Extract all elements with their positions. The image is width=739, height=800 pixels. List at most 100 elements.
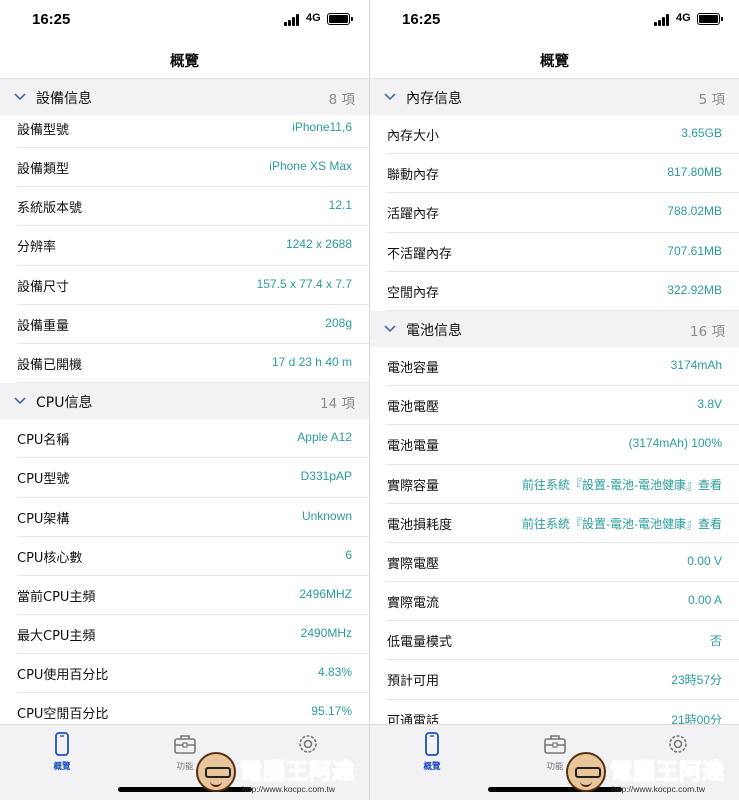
row-label: 內存大小 <box>387 129 440 144</box>
status-time: 16:25 <box>402 11 441 28</box>
info-row: 電池電壓 3.8V <box>387 386 739 426</box>
row-value: (3174mAh) 100% <box>628 436 722 451</box>
info-row: 設備已開機 17 d 23 h 40 m <box>17 344 369 384</box>
section-title: 電池信息 <box>406 322 462 339</box>
row-value: 否 <box>709 634 722 649</box>
row-label: 系統版本號 <box>17 201 83 217</box>
section-title: CPU信息 <box>36 395 93 412</box>
row-value: 3.8V <box>697 397 722 412</box>
watermark-url: http://www.kocpc.com.tw <box>242 784 336 794</box>
tab-overview[interactable]: 概覽 <box>27 731 97 781</box>
info-row: 分辨率 1242 x 2688 <box>17 226 369 266</box>
row-label: 設備型號 <box>17 123 70 138</box>
status-bar: 16:25 4G <box>370 0 739 40</box>
watermark-url: http://www.kocpc.com.tw <box>612 784 706 794</box>
info-row: CPU型號 D331pAP <box>17 458 369 498</box>
row-label: CPU使用百分比 <box>17 668 109 684</box>
row-value: 157.5 x 77.4 x 7.7 <box>256 276 352 291</box>
network-type: 4G <box>306 12 321 24</box>
mascot-logo <box>196 752 236 792</box>
section-count: 14 項 <box>320 396 355 413</box>
battery-icon <box>327 13 353 25</box>
screen-left: 16:25 4G 概覽 設備信息 8 項設備型號 iPhone11,6 設備類型 iPh… <box>0 0 369 800</box>
row-value: D331pAP <box>300 469 352 484</box>
overview-list[interactable]: 內存信息 5 項內存大小 3.65GB 聯動內存 817.80MB 活躍內存 788.02M… <box>370 79 739 724</box>
row-value: 208g <box>325 315 352 330</box>
row-label: 實際電流 <box>387 596 440 612</box>
info-row: 實際容量 前往系統『設置-電池-電池健康』查看 <box>387 465 739 504</box>
row-label: CPU型號 <box>17 472 70 488</box>
info-row: 電池電量 (3174mAh) 100% <box>387 425 739 465</box>
row-label: 設備類型 <box>17 162 70 177</box>
toolbox-icon <box>174 735 196 754</box>
row-label: 實際電壓 <box>387 556 440 572</box>
row-label: 活躍內存 <box>387 207 440 223</box>
watermark-brand: 電腦王阿達 <box>609 760 726 786</box>
info-row: 電池損耗度 前往系統『設置-電池-電池健康』查看 <box>387 504 739 543</box>
info-row: 實際電壓 0.00 V <box>387 543 739 583</box>
section-header[interactable]: CPU信息 14 項 <box>0 383 369 420</box>
row-value: 6 <box>345 547 352 562</box>
info-row: 設備尺寸 157.5 x 77.4 x 7.7 <box>17 266 369 305</box>
section-header[interactable]: 設備信息 8 項 <box>0 79 369 115</box>
tab-overview[interactable]: 概覽 <box>397 731 467 781</box>
info-row: 內存大小 3.65GB <box>387 115 739 155</box>
watermark: 電腦王阿達 http://www.kocpc.com.tw <box>196 748 366 800</box>
row-value: 0.00 V <box>687 553 722 568</box>
row-label: 可通電話 <box>387 713 440 724</box>
cellular-signal-icon <box>284 14 302 26</box>
row-value: 21時00分 <box>671 712 722 724</box>
info-row: CPU空閒百分比 95.17% <box>17 693 369 724</box>
chevron-down-icon <box>384 93 396 101</box>
info-row: 活躍內存 788.02MB <box>387 193 739 233</box>
chevron-down-icon <box>384 325 396 333</box>
toolbox-icon <box>544 735 566 754</box>
info-row: 空閒內存 322.92MB <box>387 272 739 311</box>
section-header[interactable]: 電池信息 16 項 <box>370 310 739 347</box>
info-row: 電池容量 3174mAh <box>387 347 739 387</box>
cellular-signal-icon <box>654 14 672 26</box>
row-value: 3174mAh <box>670 357 722 372</box>
info-row: 低電量模式 否 <box>387 621 739 661</box>
info-row: 預計可用 23時57分 <box>387 660 739 700</box>
watermark: 電腦王阿達 http://www.kocpc.com.tw <box>566 748 736 800</box>
row-label: CPU架構 <box>17 511 70 527</box>
row-value: Unknown <box>301 508 352 523</box>
overview-list[interactable]: 設備信息 8 項設備型號 iPhone11,6 設備類型 iPhone XS Max 系統… <box>0 79 369 724</box>
info-row: 不活躍內存 707.61MB <box>387 233 739 272</box>
page-title: 概覽 <box>170 54 199 70</box>
row-label: 電池電壓 <box>387 400 440 416</box>
row-value: 4.83% <box>317 665 352 680</box>
tab-label: 概覽 <box>423 762 441 772</box>
row-value: 2490MHz <box>300 626 352 641</box>
row-label: 不活躍內存 <box>387 246 453 262</box>
row-value: Apple A12 <box>297 430 352 445</box>
tab-label: 概覽 <box>53 762 71 772</box>
info-row: 實際電流 0.00 A <box>387 582 739 622</box>
row-value: 12.1 <box>328 198 352 213</box>
phone-icon <box>425 732 439 756</box>
row-label: 空閒內存 <box>387 285 440 301</box>
row-label: 電池損耗度 <box>387 517 453 533</box>
row-label: 預計可用 <box>387 674 440 690</box>
section-count: 5 項 <box>698 92 725 108</box>
section-count: 16 項 <box>690 323 725 340</box>
row-value: 1242 x 2688 <box>285 237 352 252</box>
row-value: 788.02MB <box>667 204 722 219</box>
chevron-down-icon <box>14 397 26 405</box>
info-row: CPU核心數 6 <box>17 537 369 576</box>
row-label: 實際容量 <box>387 478 440 494</box>
row-value: 322.92MB <box>667 282 722 297</box>
row-value: iPhone XS Max <box>269 159 352 173</box>
info-row: CPU名稱 Apple A12 <box>17 419 369 459</box>
row-value: 95.17% <box>311 704 352 719</box>
info-row: 聯動內存 817.80MB <box>387 154 739 194</box>
row-value: 3.65GB <box>681 126 722 140</box>
row-label: 設備重量 <box>17 318 70 334</box>
row-value: 23時57分 <box>671 673 722 688</box>
section-header[interactable]: 內存信息 5 項 <box>370 79 739 115</box>
row-label: 電池電量 <box>387 439 440 455</box>
row-value: 前往系統『設置-電池-電池健康』查看 <box>522 477 722 492</box>
row-label: CPU空閒百分比 <box>17 707 109 723</box>
network-type: 4G <box>676 12 691 24</box>
